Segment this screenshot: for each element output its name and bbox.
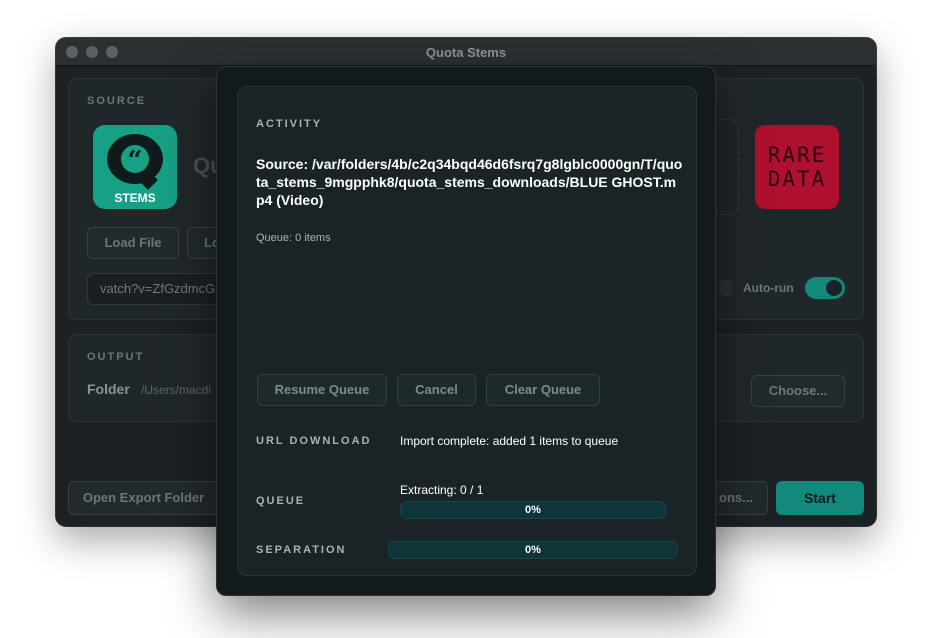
queue-label: QUEUE [256,495,306,507]
activity-label: ACTIVITY [256,118,323,130]
queue-progress-bar: 0% [400,501,666,519]
window-title: Quota Stems [425,45,507,60]
url-input[interactable]: vatch?v=ZfGzdmcG [87,273,227,305]
toggle-knob [826,280,842,296]
start-button[interactable]: Start [776,481,864,515]
folder-label: Folder [87,381,130,397]
separation-progress-bar: 0% [388,541,678,559]
autorun-label: Auto-run [743,281,794,295]
load-file-button[interactable]: Load File [87,227,179,259]
url-download-status: Import complete: added 1 items to queue [400,434,619,448]
quote-bubble-icon: “ [107,134,163,184]
cancel-button[interactable]: Cancel [397,374,476,406]
secondary-toggle[interactable] [719,279,733,297]
autorun-toggle[interactable] [805,277,845,299]
separation-progress-text: 0% [525,544,541,556]
rare-data-logo: RARE DATA [755,125,839,209]
open-export-folder-button[interactable]: Open Export Folder [68,481,218,515]
queue-count: Queue: 0 items [256,232,331,244]
url-download-label: URL DOWNLOAD [256,435,372,447]
source-path: Source: /var/folders/4b/c2q34bqd46d6fsrq… [256,156,683,208]
clear-queue-button[interactable]: Clear Queue [486,374,600,406]
activity-sheet: ACTIVITY Source: /var/folders/4b/c2q34bq… [216,66,716,596]
separation-label: SEPARATION [256,544,347,556]
stems-logo: “ STEMS [93,125,177,209]
queue-progress-text: 0% [525,504,541,516]
quote-mark-icon: “ [121,145,149,176]
output-section-label: OUTPUT [87,351,145,363]
activity-panel: ACTIVITY Source: /var/folders/4b/c2q34bq… [237,86,697,576]
queue-status: Extracting: 0 / 1 [400,483,484,497]
stems-logo-text: STEMS [114,191,156,205]
choose-folder-button[interactable]: Choose... [751,375,845,407]
folder-path: /Users/macdi [141,383,212,397]
source-section-label: SOURCE [87,95,147,107]
resume-queue-button[interactable]: Resume Queue [257,374,387,406]
options-button[interactable]: ons... [716,481,768,515]
title-bar: Quota Stems [56,38,876,66]
